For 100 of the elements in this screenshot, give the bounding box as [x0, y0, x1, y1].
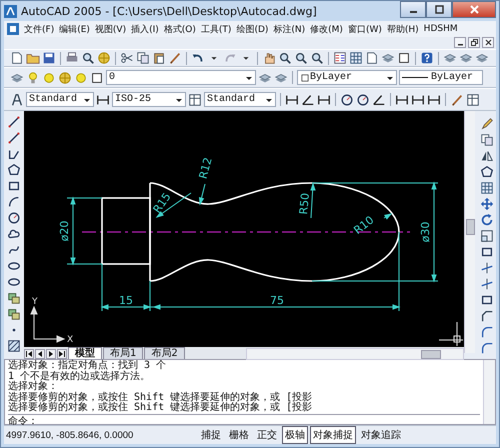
rectangle-icon[interactable]	[480, 245, 494, 259]
grid-icon[interactable]	[349, 51, 363, 65]
block-icon[interactable]	[7, 291, 21, 305]
menu-item[interactable]: 格式(O)	[164, 22, 196, 36]
menu-item[interactable]: 绘图(D)	[236, 22, 268, 36]
scale-icon[interactable]	[480, 229, 494, 243]
fillet-icon[interactable]	[480, 341, 494, 355]
globe-icon[interactable]	[58, 70, 72, 84]
hand-icon[interactable]	[262, 51, 276, 65]
magnifier-icon[interactable]	[310, 51, 324, 65]
copy-icon[interactable]	[480, 133, 494, 147]
angle-icon[interactable]	[372, 92, 386, 106]
maximize-button[interactable]	[426, 1, 452, 18]
line-icon[interactable]	[7, 131, 21, 145]
layers-icon[interactable]	[459, 51, 473, 65]
table-icon[interactable]	[188, 92, 202, 106]
menu-item[interactable]: 工具(T)	[200, 22, 232, 36]
table-style-dropdown[interactable]: Standard	[204, 92, 276, 107]
menu-item[interactable]: 插入(I)	[131, 22, 159, 36]
fillet-icon[interactable]	[480, 325, 494, 339]
text-style-dropdown[interactable]: Standard	[26, 92, 94, 107]
square-icon[interactable]	[397, 51, 411, 65]
status-toggle[interactable]: 栅格	[226, 426, 252, 444]
dimension-icon[interactable]	[395, 92, 409, 106]
square-icon[interactable]	[90, 70, 104, 84]
line-icon[interactable]	[7, 115, 21, 129]
circle-icon[interactable]	[340, 92, 354, 106]
minimize-button[interactable]	[454, 37, 466, 48]
layers-icon[interactable]	[475, 51, 489, 65]
restore-button[interactable]	[468, 37, 480, 48]
layer-dropdown[interactable]: 0	[106, 70, 256, 85]
polygon-icon[interactable]	[7, 163, 21, 177]
magnifier-icon[interactable]	[278, 51, 292, 65]
status-toggle[interactable]: 对象捕捉	[310, 426, 356, 444]
folder-icon[interactable]	[26, 51, 40, 65]
dimension-icon[interactable]	[96, 92, 110, 106]
vertical-scrollbar[interactable]	[464, 111, 475, 353]
restore-icon[interactable]	[470, 39, 478, 46]
angle-icon[interactable]	[301, 92, 315, 106]
rectangle-icon[interactable]	[7, 179, 21, 193]
circle-icon[interactable]	[356, 92, 370, 106]
command-scrollbar[interactable]	[483, 360, 495, 424]
menu-item[interactable]: 修改(M)	[310, 22, 343, 36]
menu-item[interactable]: 帮助(H)	[386, 22, 419, 36]
trim-icon[interactable]	[480, 261, 494, 275]
dimension-icon[interactable]	[317, 92, 331, 106]
copy-icon[interactable]	[136, 51, 150, 65]
table-icon[interactable]	[466, 92, 480, 106]
brush-icon[interactable]	[450, 92, 464, 106]
layers-icon[interactable]	[381, 51, 395, 65]
status-toggle[interactable]: 正交	[254, 426, 280, 444]
magnifier-icon[interactable]	[294, 51, 308, 65]
linetype-dropdown[interactable]: ByLayer	[399, 70, 483, 85]
circle-icon[interactable]	[7, 211, 21, 225]
mirror-icon[interactable]	[480, 149, 494, 163]
menu-item[interactable]: HDSHM	[424, 24, 458, 34]
rectangle-icon[interactable]	[480, 293, 494, 307]
menu-item[interactable]: 文件(F)	[24, 22, 54, 36]
menu-item[interactable]: 编辑(E)	[59, 22, 90, 36]
menu-item[interactable]: 视图(V)	[94, 22, 126, 36]
status-toggle[interactable]: 对象追踪	[358, 426, 404, 444]
close-button[interactable]	[482, 37, 494, 48]
next-icon[interactable]	[46, 349, 56, 359]
previous-icon[interactable]	[35, 349, 45, 359]
move-icon[interactable]	[480, 197, 494, 211]
cloud-icon[interactable]	[7, 227, 21, 241]
dimension-icon[interactable]	[411, 92, 425, 106]
help-icon[interactable]	[420, 51, 434, 65]
properties-icon[interactable]	[333, 51, 347, 65]
hatch-icon[interactable]	[7, 339, 21, 353]
maximize-icon[interactable]	[434, 5, 444, 14]
first-icon[interactable]	[24, 349, 34, 359]
magnifier-icon[interactable]	[81, 51, 95, 65]
block-icon[interactable]	[7, 307, 21, 321]
horizontal-scrollbar[interactable]	[246, 348, 464, 360]
menu-item[interactable]: 标注(N)	[273, 22, 306, 36]
menu-item[interactable]: 窗口(W)	[348, 22, 382, 36]
scissors-icon[interactable]	[120, 51, 134, 65]
color-dropdown[interactable]: ByLayer	[297, 70, 397, 85]
chamfer-icon[interactable]	[480, 309, 494, 323]
last-icon[interactable]	[57, 349, 67, 359]
close-icon[interactable]	[484, 39, 492, 46]
trim-icon[interactable]	[480, 277, 494, 291]
command-prompt[interactable]: 命令：	[8, 416, 480, 428]
square-icon[interactable]	[300, 72, 310, 82]
dimension-icon[interactable]	[285, 92, 299, 106]
minimize-button[interactable]	[400, 1, 426, 18]
polygon-icon[interactable]	[480, 165, 494, 179]
pencil-icon[interactable]	[480, 117, 494, 131]
layers-icon[interactable]	[443, 51, 457, 65]
clipboard-icon[interactable]	[152, 51, 166, 65]
arc-icon[interactable]	[7, 195, 21, 209]
grid-icon[interactable]	[480, 181, 494, 195]
text-style-icon[interactable]	[10, 92, 24, 106]
status-toggle[interactable]: 极轴	[282, 426, 308, 444]
dimension-icon[interactable]	[427, 92, 441, 106]
rotate-icon[interactable]	[480, 213, 494, 227]
dimension-style-dropdown[interactable]: ISO-25	[112, 92, 186, 107]
brush-icon[interactable]	[168, 51, 182, 65]
status-toggle[interactable]: 捕捉	[198, 426, 224, 444]
